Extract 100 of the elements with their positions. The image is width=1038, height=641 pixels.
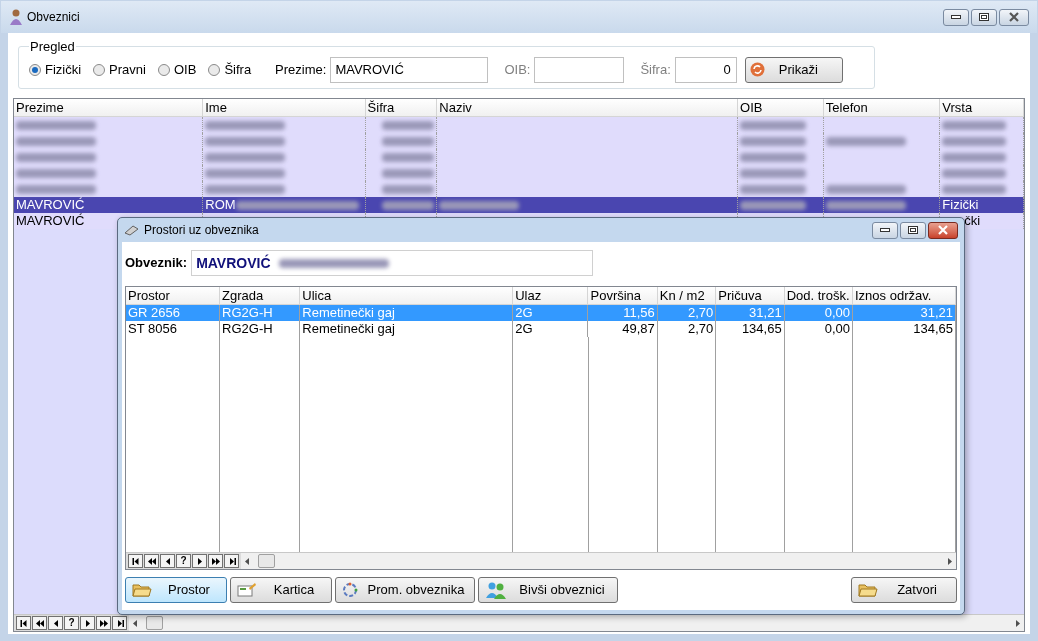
oib-field[interactable] (534, 56, 625, 83)
field-label: Obveznik: (125, 254, 188, 273)
prev-page-icon (146, 555, 157, 567)
taxpayer-field[interactable]: MAVROVIĆ (191, 250, 594, 276)
blurred-text (382, 168, 435, 178)
table-cell-text: Remetinečki gaj (302, 304, 395, 323)
table-cell-text: Fizički (942, 196, 979, 215)
show-button[interactable]: Prikaži (744, 56, 843, 83)
nav-button[interactable] (16, 616, 31, 630)
nav-button[interactable] (32, 616, 47, 630)
dialog-button[interactable]: Kartica (230, 577, 332, 603)
dialog-button[interactable]: Bivši obveznici (478, 577, 618, 603)
column-header[interactable]: Naziv (437, 99, 739, 116)
minimize-icon (951, 15, 961, 19)
table-cell-text: GR 2656 (128, 304, 181, 323)
radio-button[interactable] (157, 63, 170, 76)
column-header[interactable]: Površina (588, 287, 658, 304)
radio-option[interactable]: Šifra (208, 59, 252, 80)
column-header[interactable]: Ime (203, 99, 366, 116)
table-cell-text: 0,00 (824, 320, 850, 339)
table-cell-text: čki (964, 212, 981, 231)
table-cell-text: ST 8056 (128, 320, 177, 339)
table-cell-text: Remetinečki gaj (302, 320, 395, 339)
table-cell-text: 134,65 (913, 320, 953, 339)
radio-option[interactable]: Pravni (93, 59, 146, 80)
column-header[interactable]: Ulica (300, 287, 514, 304)
column-header[interactable]: Prezime (14, 99, 204, 116)
close-button[interactable] (999, 8, 1029, 26)
close-button[interactable] (928, 221, 958, 239)
minimize-icon (880, 228, 890, 232)
table-row[interactable]: ST 8056 RG2G-H Remetinečki gaj 2G 49,87 2,70 134,65 0,00 134,65 (126, 321, 956, 337)
scroll-thumb[interactable] (258, 554, 275, 568)
blurred-text (740, 120, 807, 130)
dialog-button[interactable]: Prostor (125, 577, 227, 603)
dialog-button[interactable]: Prom. obveznika (335, 577, 475, 603)
nav-button[interactable] (48, 616, 63, 630)
column-header[interactable]: Prostor (126, 287, 221, 304)
nav-button[interactable] (128, 554, 143, 568)
nav-button[interactable] (160, 554, 175, 568)
table-cell-text: ROM (205, 196, 236, 215)
nav-button[interactable] (208, 554, 223, 568)
column-header[interactable]: Iznos održav. (853, 287, 956, 304)
radio-button[interactable] (208, 63, 221, 76)
column-header[interactable]: Vrsta (940, 99, 1024, 116)
radio-option[interactable]: Fizički (29, 59, 82, 80)
table-cell-text: MAVROVIĆ (16, 212, 85, 231)
field-label: OIB: (504, 60, 531, 79)
column-header[interactable]: Telefon (823, 99, 941, 116)
column-header[interactable]: Dod. trošk. (784, 287, 853, 304)
column-header[interactable]: OIB (738, 99, 824, 116)
radio-button[interactable] (93, 63, 106, 76)
scroll-left-icon (133, 619, 138, 627)
close-dialog-button[interactable]: Zatvori (851, 577, 957, 603)
minimize-button[interactable] (872, 221, 898, 239)
blurred-text (740, 136, 807, 146)
folder-icon (132, 582, 152, 598)
radio-option[interactable]: OIB (157, 59, 197, 80)
scroll-thumb[interactable] (146, 616, 163, 630)
maximize-button[interactable] (900, 221, 926, 239)
blurred-text (382, 136, 435, 146)
column-header[interactable]: Zgrada (220, 287, 301, 304)
code-field[interactable]: 0 (674, 56, 737, 83)
people-icon (485, 581, 507, 599)
table-cell-text: 2G (515, 320, 533, 339)
field-label: Šifra: (640, 60, 671, 79)
blurred-text (942, 168, 1007, 178)
nav-button[interactable] (112, 616, 127, 630)
table-cell-text: RG2G-H (222, 304, 273, 323)
table-cell-text: MAVROVIĆ (16, 196, 85, 213)
table-cell-text: 49,87 (622, 320, 655, 339)
column-header[interactable]: Šifra (365, 99, 438, 116)
column-header[interactable]: Pričuva (716, 287, 785, 304)
maximize-button[interactable] (971, 8, 997, 26)
nav-button[interactable]: ? (176, 554, 191, 568)
column-header[interactable]: Ulaz (513, 287, 589, 304)
table-cell-text: 2,70 (687, 320, 714, 339)
cycle-icon (342, 582, 358, 598)
restore-icon (908, 226, 918, 234)
scroll-right-icon (1015, 619, 1020, 627)
prev-page-icon (34, 617, 45, 629)
person-icon (9, 9, 23, 25)
nav-button[interactable] (224, 554, 239, 568)
column-header[interactable]: Kn / m2 (657, 287, 717, 304)
nav-button[interactable] (144, 554, 159, 568)
restore-icon (979, 13, 989, 21)
close-icon (937, 225, 949, 235)
nav-button[interactable] (96, 616, 111, 630)
minimize-button[interactable] (943, 8, 969, 26)
nav-button[interactable] (192, 554, 207, 568)
window-title: Obveznici (27, 9, 80, 26)
nav-button[interactable]: ? (64, 616, 79, 630)
blurred-text (382, 120, 435, 130)
radio-button[interactable] (29, 63, 41, 76)
keys-icon (124, 224, 140, 236)
close-icon (1008, 12, 1020, 22)
group-title: Pregled (29, 38, 76, 56)
nav-button[interactable] (80, 616, 95, 630)
table-row[interactable]: MAVROVIĆ ROM Fizički (14, 197, 1024, 213)
scroll-right-icon (947, 557, 952, 565)
surname-field[interactable]: MAVROVIĆ (330, 56, 489, 83)
